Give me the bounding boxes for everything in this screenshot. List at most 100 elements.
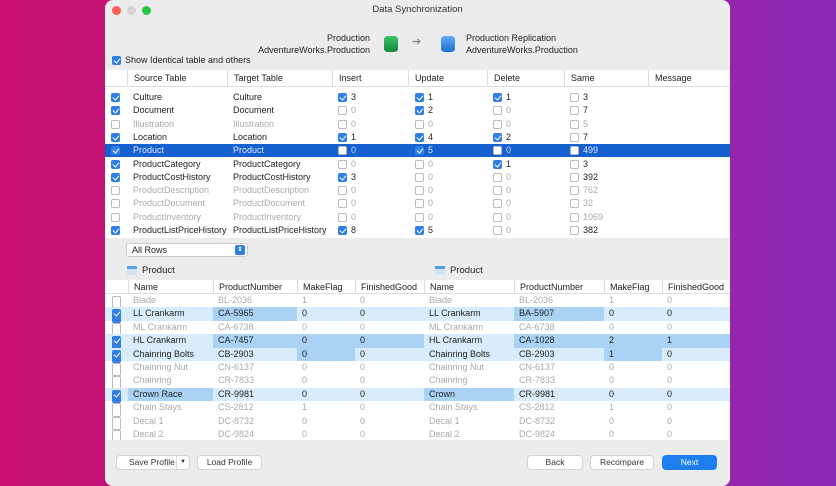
update-checkbox[interactable] <box>415 186 424 196</box>
zoom-button[interactable] <box>142 6 151 15</box>
grid-row[interactable]: Chainring CR-7833 0 0 Chainring CR-7833 0 0 <box>105 374 730 390</box>
update-checkbox[interactable] <box>415 226 424 235</box>
delete-checkbox[interactable] <box>493 106 502 116</box>
left-column-makeflag[interactable]: MakeFlag <box>297 280 355 294</box>
delete-checkbox[interactable] <box>493 146 502 156</box>
update-checkbox[interactable] <box>415 93 424 102</box>
save-profile-button[interactable]: Save Profile ▼ <box>116 455 190 470</box>
column-header-delete[interactable]: Delete <box>487 70 564 87</box>
grid-row[interactable]: Chainring Bolts CB-2903 0 0 Chainring Bolts C… <box>105 347 730 363</box>
delete-checkbox[interactable] <box>493 186 502 196</box>
column-header-same[interactable]: Same <box>564 70 648 87</box>
row-checkbox[interactable] <box>111 93 120 102</box>
column-header-update[interactable]: Update <box>408 70 487 87</box>
row-checkbox[interactable] <box>111 119 120 129</box>
right-column-name[interactable]: Name <box>424 280 514 294</box>
row-checkbox[interactable] <box>111 199 120 209</box>
delete-checkbox[interactable] <box>493 212 502 222</box>
delete-checkbox[interactable] <box>493 159 502 169</box>
insert-checkbox[interactable] <box>338 226 347 235</box>
update-checkbox[interactable] <box>415 146 424 156</box>
table-row[interactable]: ProductListPriceHistory ProductListPriceH… <box>105 224 730 237</box>
same-checkbox[interactable] <box>570 106 579 116</box>
column-header-message[interactable]: Message <box>648 70 730 87</box>
update-checkbox[interactable] <box>415 119 424 129</box>
same-checkbox[interactable] <box>570 93 579 102</box>
row-checkbox[interactable] <box>111 146 120 156</box>
grid-row[interactable]: ML Crankarm CA-6738 0 0 ML Crankarm CA-6738 0 0 <box>105 321 730 337</box>
insert-checkbox[interactable] <box>338 172 347 182</box>
left-column-finishedgood[interactable]: FinishedGood <box>355 280 424 294</box>
update-checkbox[interactable] <box>415 159 424 169</box>
same-checkbox[interactable] <box>570 172 579 182</box>
same-checkbox[interactable] <box>570 159 579 169</box>
close-button[interactable] <box>112 6 121 15</box>
table-row[interactable]: Culture Culture 3 1 1 3 <box>105 91 730 104</box>
table-row[interactable]: ProductCategory ProductCategory 0 0 1 3 <box>105 158 730 171</box>
table-row[interactable]: ProductCostHistory ProductCostHistory 3 0 0 3… <box>105 171 730 184</box>
row-checkbox[interactable] <box>111 212 120 222</box>
same-checkbox[interactable] <box>570 226 579 235</box>
update-checkbox[interactable] <box>415 199 424 209</box>
same-checkbox[interactable] <box>570 186 579 196</box>
row-checkbox[interactable] <box>111 172 120 182</box>
table-row[interactable]: ProductInventory ProductInventory 0 0 0 1069 <box>105 211 730 224</box>
insert-checkbox[interactable] <box>338 132 347 142</box>
row-checkbox[interactable] <box>111 186 120 196</box>
load-profile-button[interactable]: Load Profile <box>197 455 262 470</box>
delete-checkbox[interactable] <box>493 93 502 102</box>
insert-checkbox[interactable] <box>338 159 347 169</box>
row-checkbox[interactable] <box>111 226 120 235</box>
same-checkbox[interactable] <box>570 132 579 142</box>
grid-row[interactable]: Chain Stays CS-2812 1 0 Chain Stays CS-2812 1 0 <box>105 401 730 417</box>
recompare-button[interactable]: Recompare <box>590 455 654 470</box>
grid-row[interactable]: LL Crankarm CA-5965 0 0 LL Crankarm BA-5907 0 0 <box>105 307 730 323</box>
delete-checkbox[interactable] <box>493 132 502 142</box>
back-button[interactable]: Back <box>527 455 583 470</box>
next-button[interactable]: Next <box>662 455 717 470</box>
table-row[interactable]: Illustration Illustration 0 0 0 5 <box>105 118 730 131</box>
delete-checkbox[interactable] <box>493 119 502 129</box>
same-checkbox[interactable] <box>570 119 579 129</box>
checkbox-icon[interactable] <box>112 55 121 65</box>
insert-checkbox[interactable] <box>338 106 347 116</box>
column-header-target-table[interactable]: Target Table <box>227 70 332 87</box>
same-checkbox[interactable] <box>570 212 579 222</box>
update-checkbox[interactable] <box>415 172 424 182</box>
update-checkbox[interactable] <box>415 132 424 142</box>
grid-row[interactable]: Chainring Nut CN-6137 0 0 Chainring Nut CN-61… <box>105 361 730 377</box>
same-checkbox[interactable] <box>570 146 579 156</box>
right-column-productnumber[interactable]: ProductNumber <box>514 280 604 294</box>
table-row[interactable]: ProductDocument ProductDocument 0 0 0 32 <box>105 197 730 210</box>
row-checkbox[interactable] <box>111 106 120 116</box>
delete-checkbox[interactable] <box>493 172 502 182</box>
row-checkbox[interactable] <box>111 132 120 142</box>
insert-checkbox[interactable] <box>338 93 347 102</box>
right-column-makeflag[interactable]: MakeFlag <box>604 280 662 294</box>
left-column-name[interactable]: Name <box>128 280 213 294</box>
update-checkbox[interactable] <box>415 212 424 222</box>
grid-row[interactable]: Blade BL-2036 1 0 Blade BL-2036 1 0 <box>105 294 730 310</box>
grid-row[interactable]: HL Crankarm CA-7457 0 0 HL Crankarm CA-1028 2 1 <box>105 334 730 350</box>
grid-row[interactable]: Crown Race CR-9981 0 0 Crown CR-9981 0 0 <box>105 387 730 404</box>
row-checkbox[interactable] <box>111 159 120 169</box>
grid-row[interactable]: Decal 1 DC-8732 0 0 Decal 1 DC-8732 0 0 <box>105 415 730 430</box>
table-row[interactable]: Product Product 0 5 0 499 <box>105 144 730 158</box>
column-header-source-table[interactable]: Source Table <box>127 70 227 87</box>
delete-checkbox[interactable] <box>493 199 502 209</box>
insert-checkbox[interactable] <box>338 186 347 196</box>
same-checkbox[interactable] <box>570 199 579 209</box>
insert-checkbox[interactable] <box>338 119 347 129</box>
table-row[interactable]: ProductDescription ProductDescription 0 0 0 7… <box>105 184 730 197</box>
update-checkbox[interactable] <box>415 106 424 116</box>
dropdown-arrow-icon[interactable]: ▼ <box>176 456 189 469</box>
row-filter-select[interactable]: All Rows ⇕ <box>126 243 248 257</box>
insert-checkbox[interactable] <box>338 199 347 209</box>
column-header-insert[interactable]: Insert <box>332 70 408 87</box>
right-column-finishedgood[interactable]: FinishedGood <box>662 280 730 294</box>
left-column-productnumber[interactable]: ProductNumber <box>213 280 297 294</box>
minimize-button[interactable] <box>127 6 136 15</box>
insert-checkbox[interactable] <box>338 146 347 156</box>
table-row[interactable]: Document Document 0 2 0 7 <box>105 104 730 117</box>
table-row[interactable]: Location Location 1 4 2 7 <box>105 131 730 144</box>
